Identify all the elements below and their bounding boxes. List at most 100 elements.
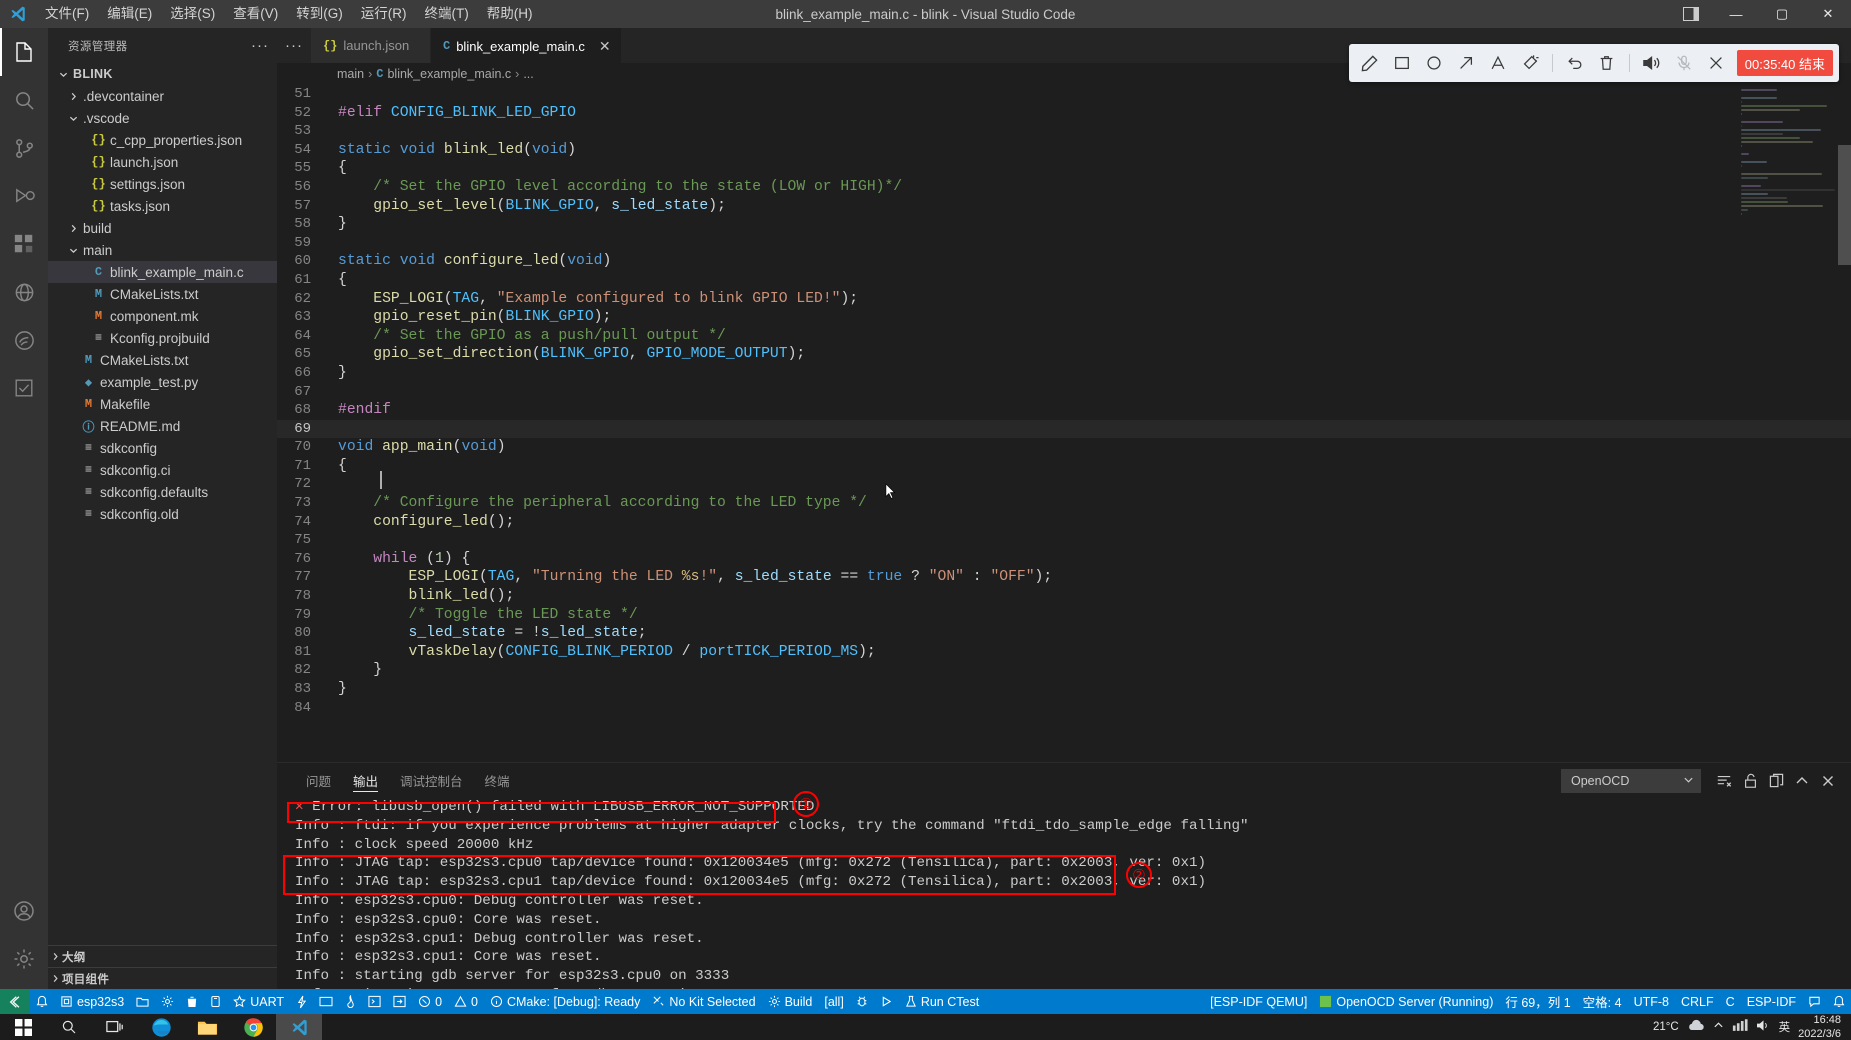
speaker-icon[interactable] <box>1637 48 1667 78</box>
status-item-trash-icon[interactable] <box>180 989 204 1014</box>
tree-item-component-mk[interactable]: Mcomponent.mk <box>48 305 277 327</box>
code-line[interactable]: 73 /* Configure the peripheral according… <box>277 494 1851 513</box>
status-item-esp-idf[interactable]: ESP-IDF <box>1741 989 1802 1014</box>
tree-item-sdkconfig[interactable]: ≡ sdkconfig <box>48 437 277 459</box>
code-line[interactable]: 64 /* Set the GPIO as a push/pull output… <box>277 327 1851 346</box>
status-item-folder-icon[interactable] <box>130 989 155 1014</box>
tree-item-example-test-py[interactable]: ◆ example_test.py <box>48 371 277 393</box>
menu-item-3[interactable]: 查看(V) <box>224 0 287 28</box>
code-line[interactable]: 63 gpio_reset_pin(BLINK_GPIO); <box>277 308 1851 327</box>
file-tree[interactable]: BLINK .devcontainer .vscode {} c_cpp_propert… <box>48 63 277 525</box>
code-line[interactable]: 69 <box>277 419 1851 439</box>
tree-item-blink-example-main-c[interactable]: Cblink_example_main.c <box>48 261 277 283</box>
status-item-flash-icon[interactable] <box>290 989 313 1014</box>
file-explorer-icon[interactable] <box>184 1014 230 1040</box>
status-item-openocd-server-running[interactable]: OpenOCD Server (Running) <box>1313 989 1499 1014</box>
code-line[interactable]: 68 #endif <box>277 401 1851 420</box>
tab-terminal[interactable]: 终端 <box>474 763 521 798</box>
testing-icon[interactable] <box>0 364 48 412</box>
menu-item-0[interactable]: 文件(F) <box>36 0 98 28</box>
maximize-panel-icon[interactable] <box>1789 768 1815 794</box>
code-line[interactable]: 84 <box>277 699 1851 718</box>
clear-output-icon[interactable] <box>1711 768 1737 794</box>
tree-item-sdkconfig-defaults[interactable]: ≡ sdkconfig.defaults <box>48 481 277 503</box>
status-item-0[interactable]: 0 <box>448 989 484 1014</box>
code-line[interactable]: 83} <box>277 680 1851 699</box>
status-item-utf-8[interactable]: UTF-8 <box>1628 989 1675 1014</box>
chevron-down-icon[interactable] <box>66 114 80 123</box>
status-item-esp-idf-qemu[interactable]: [ESP-IDF QEMU] <box>1204 989 1313 1014</box>
code-line[interactable]: 79 /* Toggle the LED state */ <box>277 606 1851 625</box>
undo-icon[interactable] <box>1560 48 1590 78</box>
tree-item-readme-md[interactable]: ⓘ README.md <box>48 415 277 437</box>
code-line[interactable]: 78 blink_led(); <box>277 587 1851 606</box>
code-line[interactable]: 71 { <box>277 457 1851 476</box>
status-item-bug-icon[interactable] <box>850 989 874 1014</box>
code-line[interactable]: 57 gpio_set_level(BLINK_GPIO, s_led_stat… <box>277 197 1851 216</box>
code-line[interactable]: 52 #elif CONFIG_BLINK_LED_GPIO <box>277 104 1851 123</box>
code-line[interactable]: 65 gpio_set_direction(BLINK_GPIO, GPIO_M… <box>277 345 1851 364</box>
lock-icon[interactable] <box>1737 768 1763 794</box>
tree-item-cmakelists-txt[interactable]: M CMakeLists.txt <box>48 283 277 305</box>
tree-item-launch-json[interactable]: {} launch.json <box>48 151 277 173</box>
code-line[interactable]: 56 /* Set the GPIO level according to th… <box>277 178 1851 197</box>
windows-start-icon[interactable] <box>0 1014 46 1040</box>
menu-bar[interactable]: 文件(F) 编辑(E) 选择(S) 查看(V) 转到(G) 运行(R) 终端(T) 帮助(H) <box>36 0 542 28</box>
pen-icon[interactable] <box>1355 48 1385 78</box>
close-icon[interactable] <box>1701 48 1731 78</box>
tab-debug-console[interactable]: 调试控制台 <box>389 763 474 798</box>
status-item-play-icon[interactable] <box>874 989 899 1014</box>
output-channel-select[interactable]: OpenOCD <box>1561 768 1701 793</box>
code-line[interactable]: 70 void app_main(void) <box>277 438 1851 457</box>
menu-item-1[interactable]: 编辑(E) <box>98 0 161 28</box>
menu-item-6[interactable]: 终端(T) <box>416 0 478 28</box>
text-icon[interactable] <box>1483 48 1513 78</box>
menu-item-2[interactable]: 选择(S) <box>161 0 224 28</box>
status-item-c[interactable]: C <box>1720 989 1741 1014</box>
microphone-muted-icon[interactable] <box>1669 48 1699 78</box>
tree-item-makefile[interactable]: M Makefile <box>48 393 277 415</box>
arrow-icon[interactable] <box>1451 48 1481 78</box>
status-item-esp32s3[interactable]: esp32s3 <box>54 989 130 1014</box>
tab-output[interactable]: 输出 <box>342 763 389 798</box>
code-line[interactable]: 75 <box>277 531 1851 550</box>
speaker-icon[interactable] <box>1756 1019 1771 1035</box>
tree-item-sdkconfig-old[interactable]: ≡ sdkconfig.old <box>48 503 277 525</box>
status-item-database-icon[interactable] <box>204 989 227 1014</box>
search-icon[interactable] <box>46 1014 92 1040</box>
status-item-crlf[interactable]: CRLF <box>1675 989 1720 1014</box>
status-item-run-ctest[interactable]: Run CTest <box>899 989 985 1014</box>
split-panel-icon[interactable] <box>1763 768 1789 794</box>
tree-item-build[interactable]: build <box>48 217 277 239</box>
editor-scrollbar[interactable] <box>1838 145 1851 265</box>
tree-item-main[interactable]: main <box>48 239 277 261</box>
highlighter-icon[interactable] <box>1515 48 1545 78</box>
vscode-icon[interactable] <box>276 1014 322 1040</box>
task-view-icon[interactable] <box>92 1014 138 1040</box>
tree-item-settings-json[interactable]: {} settings.json <box>48 173 277 195</box>
tab-problems[interactable]: 问题 <box>295 763 342 798</box>
menu-item-5[interactable]: 运行(R) <box>352 0 416 28</box>
code-line[interactable]: 58} <box>277 215 1851 234</box>
status-item-uart[interactable]: UART <box>227 989 290 1014</box>
code-line[interactable]: 76 while (1) { <box>277 550 1851 569</box>
settings-gear-icon[interactable] <box>0 935 48 983</box>
status-item-bell-outline-icon[interactable] <box>30 989 54 1014</box>
code-line[interactable]: 74 configure_led(); <box>277 513 1851 532</box>
chevron-down-icon[interactable] <box>66 246 80 255</box>
code-line[interactable]: 62 ESP_LOGI(TAG, "Example configured to … <box>277 290 1851 309</box>
code-line[interactable]: 72 <box>277 475 1851 494</box>
code-line[interactable]: 81 vTaskDelay(CONFIG_BLINK_PERIOD / port… <box>277 643 1851 662</box>
output-content[interactable]: ✕ Error: libusb_open() failed with LIBUS… <box>277 798 1851 989</box>
edge-icon[interactable] <box>138 1014 184 1040</box>
status-item-terminal-icon[interactable] <box>362 989 387 1014</box>
chevron-right-icon[interactable] <box>66 224 80 233</box>
tree-item-cmakelists-txt[interactable]: M CMakeLists.txt <box>48 349 277 371</box>
tree-item-blink[interactable]: BLINK <box>48 63 277 85</box>
ellipse-icon[interactable] <box>1419 48 1449 78</box>
status-item-feedback-icon[interactable] <box>1802 989 1827 1014</box>
remote-indicator[interactable] <box>0 989 30 1014</box>
layout-toggle-icon[interactable] <box>1669 0 1713 28</box>
code-line[interactable]: 51 <box>277 85 1851 104</box>
code-line[interactable]: 59 <box>277 234 1851 253</box>
